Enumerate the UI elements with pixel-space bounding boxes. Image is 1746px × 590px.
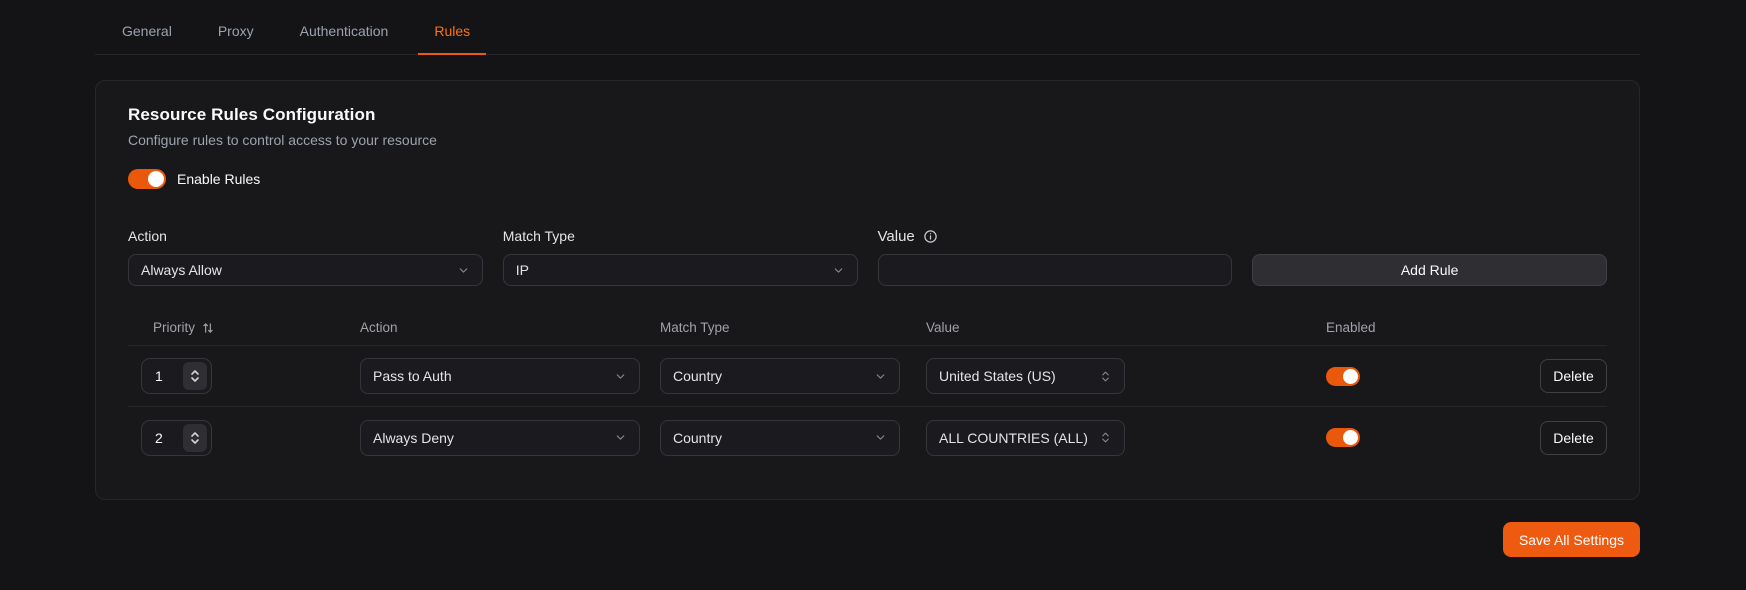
footer-actions: Save All Settings (95, 522, 1640, 557)
action-select-value: Always Allow (141, 262, 222, 278)
match-type-label: Match Type (503, 227, 858, 245)
rule-enabled-toggle[interactable] (1326, 428, 1360, 447)
rules-configuration-card: Resource Rules Configuration Configure r… (95, 80, 1640, 500)
match-type-field-group: Match Type IP (503, 227, 858, 286)
add-rule-button[interactable]: Add Rule (1252, 254, 1607, 286)
match-type-select[interactable]: IP (503, 254, 858, 286)
row-value-text: ALL COUNTRIES (ALL) (939, 430, 1088, 446)
table-header-row: Priority Action Match Type Value Enabled (128, 310, 1607, 346)
action-field-group: Action Always Allow (128, 227, 483, 286)
chevron-down-icon (832, 264, 845, 277)
chevrons-up-down-icon (1099, 370, 1112, 383)
rule-enabled-toggle[interactable] (1326, 367, 1360, 386)
header-priority: Priority (128, 320, 360, 335)
row-action-value: Pass to Auth (373, 368, 452, 384)
row-match-type-value: Country (673, 368, 722, 384)
enabled-cell (1316, 367, 1540, 386)
rules-table: Priority Action Match Type Value Enabled… (128, 310, 1607, 468)
add-rule-form: Action Always Allow Match Type IP (128, 227, 1607, 286)
row-action-value: Always Deny (373, 430, 454, 446)
value-input[interactable] (878, 254, 1233, 286)
add-rule-spacer (1252, 227, 1607, 245)
info-icon[interactable] (923, 229, 938, 244)
header-match-type: Match Type (660, 320, 926, 335)
delete-rule-button[interactable]: Delete (1540, 359, 1607, 393)
sort-arrows-icon[interactable] (201, 321, 215, 335)
add-rule-group: Add Rule (1252, 227, 1607, 286)
row-match-type-value: Country (673, 430, 722, 446)
tab-rules[interactable]: Rules (418, 0, 486, 54)
value-cell: ALL COUNTRIES (ALL) (926, 420, 1316, 456)
action-label: Action (128, 227, 483, 245)
tab-proxy[interactable]: Proxy (202, 0, 270, 54)
value-cell: United States (US) (926, 358, 1316, 394)
match-type-cell: Country (660, 420, 926, 456)
row-value-text: United States (US) (939, 368, 1056, 384)
header-enabled: Enabled (1316, 320, 1540, 335)
row-value-select[interactable]: United States (US) (926, 358, 1125, 394)
tab-authentication[interactable]: Authentication (284, 0, 405, 54)
value-label-row: Value (878, 227, 1233, 245)
header-action: Action (360, 320, 660, 335)
page-subtitle: Configure rules to control access to you… (128, 132, 1607, 148)
action-select[interactable]: Always Allow (128, 254, 483, 286)
priority-stepper[interactable]: 2 (141, 420, 212, 456)
tab-bar: General Proxy Authentication Rules (95, 0, 1640, 55)
enable-rules-row: Enable Rules (128, 169, 1607, 189)
action-cell: Pass to Auth (360, 358, 660, 394)
page-title: Resource Rules Configuration (128, 105, 1607, 125)
enable-rules-label: Enable Rules (177, 171, 260, 187)
chevron-down-icon (614, 370, 627, 383)
value-field-group: Value (878, 227, 1233, 286)
header-priority-label: Priority (153, 320, 195, 335)
chevron-down-icon (614, 431, 627, 444)
chevron-down-icon (874, 370, 887, 383)
tab-general[interactable]: General (106, 0, 188, 54)
stepper-buttons-icon[interactable] (183, 362, 207, 390)
value-label: Value (878, 228, 915, 245)
stepper-buttons-icon[interactable] (183, 424, 207, 452)
chevron-down-icon (874, 431, 887, 444)
priority-value: 2 (155, 430, 163, 446)
row-action-select[interactable]: Always Deny (360, 420, 640, 456)
table-row: 1 Pass to Auth (128, 346, 1607, 407)
save-all-settings-button[interactable]: Save All Settings (1503, 522, 1640, 557)
settings-page: General Proxy Authentication Rules Resou… (95, 0, 1640, 557)
priority-value: 1 (155, 368, 163, 384)
priority-cell: 1 (128, 358, 360, 394)
row-value-select[interactable]: ALL COUNTRIES (ALL) (926, 420, 1125, 456)
header-value: Value (926, 320, 1316, 335)
row-action-select[interactable]: Pass to Auth (360, 358, 640, 394)
row-match-type-select[interactable]: Country (660, 420, 900, 456)
row-match-type-select[interactable]: Country (660, 358, 900, 394)
chevron-down-icon (457, 264, 470, 277)
priority-stepper[interactable]: 1 (141, 358, 212, 394)
table-row: 2 Always Deny (128, 407, 1607, 468)
match-type-select-value: IP (516, 262, 529, 278)
match-type-cell: Country (660, 358, 926, 394)
chevrons-up-down-icon (1099, 431, 1112, 444)
priority-cell: 2 (128, 420, 360, 456)
delete-rule-button[interactable]: Delete (1540, 421, 1607, 455)
enable-rules-toggle[interactable] (128, 169, 166, 189)
enabled-cell (1316, 428, 1540, 447)
action-cell: Always Deny (360, 420, 660, 456)
